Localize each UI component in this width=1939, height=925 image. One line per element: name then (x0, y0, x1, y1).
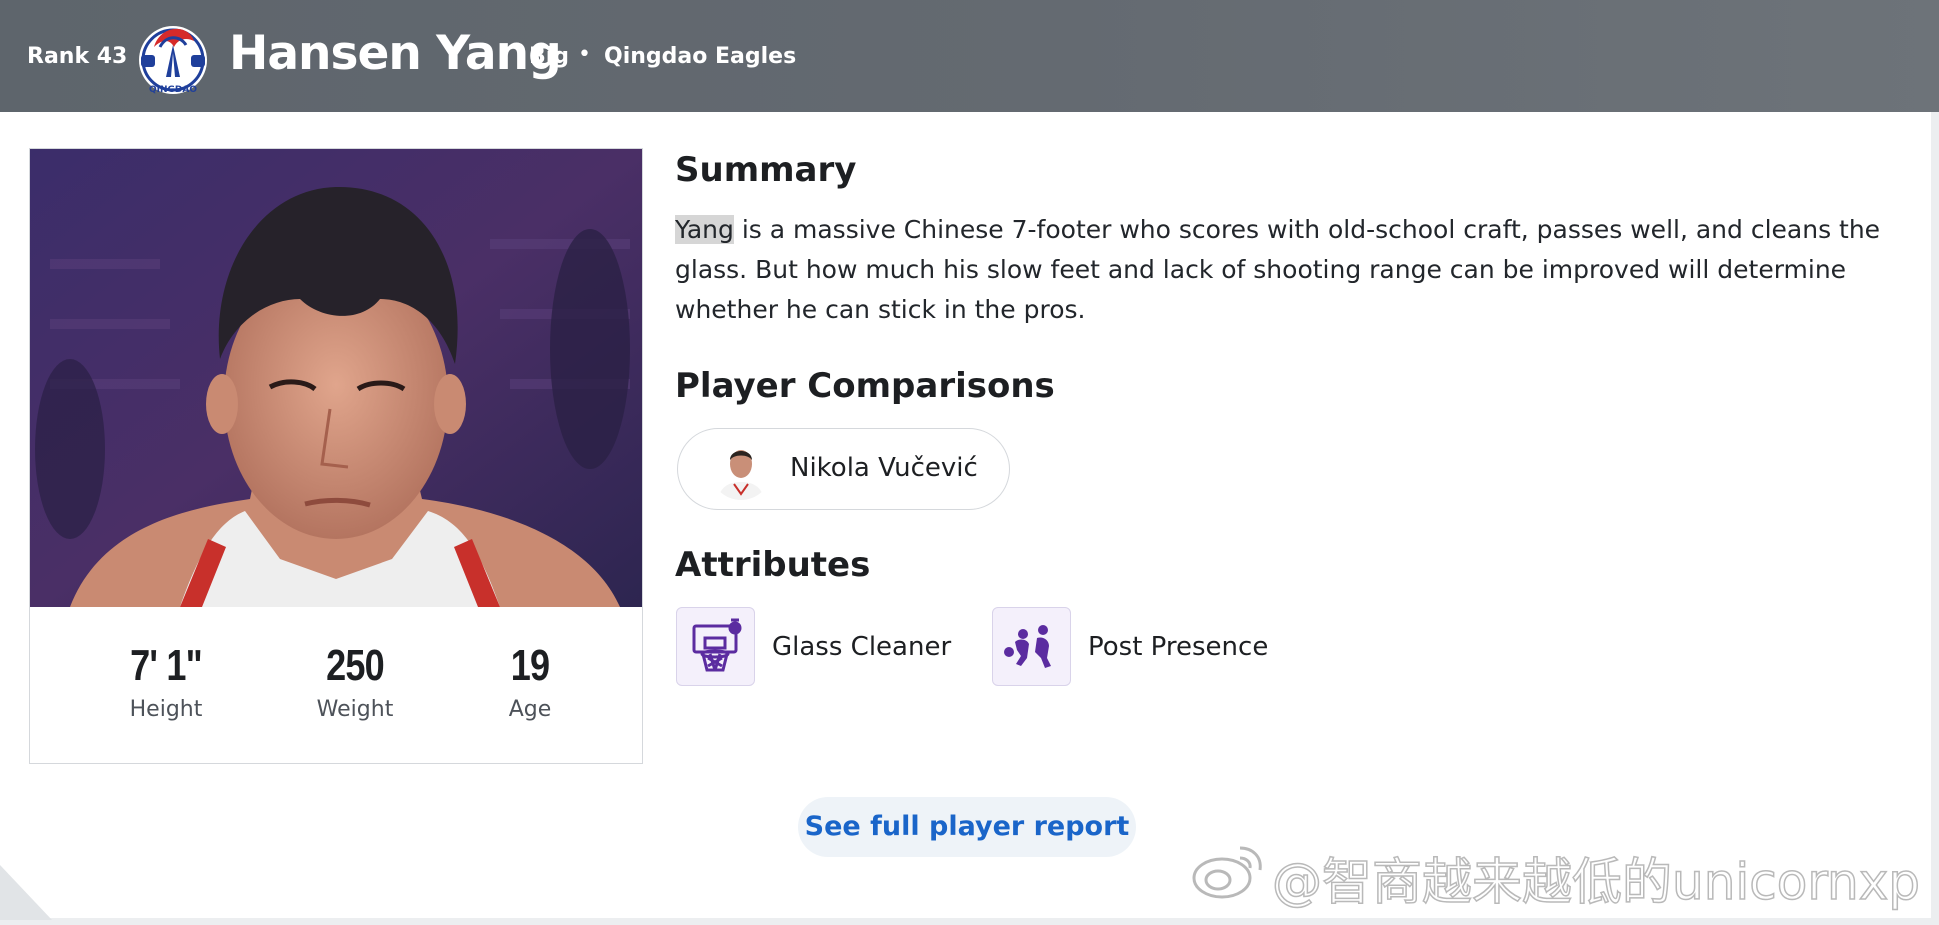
watermark: @智商越来越低的unicornxp (1188, 838, 1928, 912)
attribute-label: Post Presence (1088, 632, 1269, 662)
watermark-text: @智商越来越低的unicornxp (1271, 852, 1921, 912)
stat-label: Age (508, 697, 552, 722)
highlighted-word: Yang (675, 215, 734, 244)
bottom-edge (0, 918, 1939, 925)
stat-value: 250 (326, 641, 385, 690)
stat-age: 19 Age (460, 641, 600, 722)
player-photo (30, 149, 642, 607)
stat-weight: 250 Weight (285, 641, 425, 722)
stat-label: Height (129, 697, 203, 722)
stat-value: 19 (510, 641, 550, 690)
summary-heading: Summary (675, 150, 857, 190)
summary-text: Yang is a massive Chinese 7-footer who s… (675, 210, 1905, 330)
basketball-hoop-icon (676, 607, 755, 686)
player-avatar (710, 438, 772, 500)
comparison-player-name: Nikola Vučević (790, 453, 978, 483)
player-name: Hansen Yang (229, 26, 562, 81)
team-logo[interactable]: QINGDAO (132, 17, 214, 97)
post-up-players-icon (992, 607, 1071, 686)
player-position: Big (529, 44, 570, 69)
see-full-report-button[interactable]: See full player report (798, 797, 1136, 857)
player-header: Rank 43 QINGDAO Hansen Yang Big • Qingda… (0, 0, 1939, 112)
svg-text:QINGDAO: QINGDAO (149, 85, 197, 95)
stat-height: 7' 1" Height (96, 641, 236, 722)
comparison-player-pill[interactable]: Nikola Vučević (677, 428, 1010, 510)
summary-body: is a massive Chinese 7-footer who scores… (675, 215, 1881, 324)
attributes-heading: Attributes (675, 545, 871, 585)
weibo-icon (1192, 846, 1262, 899)
rank-label: Rank 43 (27, 44, 128, 69)
team-name[interactable]: Qingdao Eagles (604, 44, 796, 69)
comparisons-heading: Player Comparisons (675, 366, 1055, 406)
attribute-label: Glass Cleaner (772, 632, 952, 662)
right-edge (1931, 112, 1939, 925)
stat-label: Weight (316, 697, 394, 722)
separator-dot: • (578, 42, 591, 67)
player-card: 7' 1" Height 250 Weight 19 Age (29, 148, 643, 764)
stat-value: 7' 1" (130, 641, 203, 690)
corner-fold (0, 865, 52, 920)
